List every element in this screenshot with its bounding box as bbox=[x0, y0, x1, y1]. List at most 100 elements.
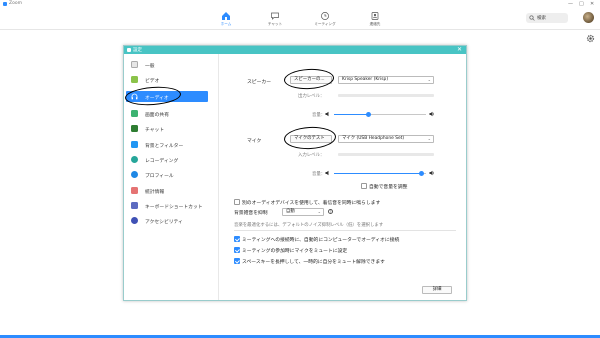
auto-join-audio-checkbox[interactable] bbox=[234, 236, 240, 242]
audio-settings-panel: スピーカー スピーカーの... Krisp Speaker (Krisp) ⌄ … bbox=[220, 54, 466, 300]
chat-icon bbox=[131, 125, 138, 132]
separate-device-checkbox[interactable] bbox=[234, 199, 240, 205]
minimize-button[interactable]: — bbox=[568, 1, 573, 7]
suppress-noise-label: 背景雑音を抑制 bbox=[234, 211, 268, 216]
info-icon[interactable]: ? bbox=[328, 209, 333, 214]
sidebar-item-label: プロフィール bbox=[145, 173, 174, 179]
auto-adjust-checkbox[interactable] bbox=[361, 183, 367, 189]
sidebar-item-chat[interactable]: チャット bbox=[126, 123, 208, 134]
meeting-clock-icon bbox=[321, 12, 329, 20]
mute-on-join-label: ミーティングの参加時にマイクをミュートに設定 bbox=[242, 249, 348, 254]
zoom-app-icon bbox=[3, 2, 7, 6]
recording-icon bbox=[131, 156, 138, 163]
sidebar-item-recording[interactable]: レコーディング bbox=[126, 154, 208, 165]
nav-chat[interactable]: チャット bbox=[260, 11, 290, 27]
sidebar-item-profile[interactable]: プロフィール bbox=[126, 169, 208, 180]
speaker-volume-slider[interactable] bbox=[334, 112, 426, 117]
suppress-noise-value: 自動 bbox=[286, 209, 295, 214]
suppress-noise-select[interactable]: 自動 ⌄ bbox=[282, 208, 324, 216]
window-titlebar: Zoom — □ ✕ bbox=[0, 0, 600, 8]
input-level-label: 入力レベル： bbox=[298, 153, 325, 158]
profile-icon bbox=[131, 171, 138, 178]
speaker-device-value: Krisp Speaker (Krisp) bbox=[342, 77, 389, 82]
speaker-low-icon bbox=[325, 111, 329, 117]
nav-meetings-label: ミーティング bbox=[314, 22, 336, 26]
separate-device-label: 別のオーディオデバイスを使用して、着信音を同時に鳴らします bbox=[242, 201, 381, 206]
mic-section-label: マイク bbox=[247, 139, 262, 144]
mic-volume-label: 音量： bbox=[312, 172, 326, 177]
background-icon bbox=[131, 141, 138, 148]
sidebar-item-accessibility[interactable]: アクセシビリティ bbox=[126, 215, 208, 226]
sidebar-item-label: 画面の共有 bbox=[145, 112, 169, 118]
user-avatar[interactable] bbox=[583, 12, 594, 23]
chevron-down-icon: ⌄ bbox=[427, 77, 431, 82]
sidebar-item-label: チャット bbox=[145, 127, 165, 133]
settings-dialog-header: 設定 ✕ bbox=[124, 46, 466, 54]
speaker-section-label: スピーカー bbox=[247, 80, 271, 85]
search-input[interactable]: 検索 bbox=[526, 13, 568, 23]
nav-contacts-label: 連絡先 bbox=[369, 22, 381, 26]
speaker-volume-label: 音量： bbox=[312, 113, 326, 118]
mic-volume-fill bbox=[334, 173, 422, 174]
sidebar-item-statistics[interactable]: 統計情報 bbox=[126, 185, 208, 196]
sidebar-item-label: ビデオ bbox=[145, 78, 160, 84]
settings-app-icon bbox=[127, 48, 131, 52]
keyboard-icon bbox=[131, 202, 138, 209]
nav-home[interactable]: ホーム bbox=[211, 11, 241, 27]
noise-hint-text: 音楽を最適化するには、デフォルトのノイズ抑制レベル（低）を選択します bbox=[234, 223, 384, 228]
mic-volume-slider[interactable] bbox=[334, 171, 426, 176]
sidebar-item-label: 背景とフィルター bbox=[145, 143, 184, 149]
home-icon bbox=[222, 12, 230, 20]
sidebar-item-label: 一般 bbox=[145, 63, 155, 69]
mic-volume-knob[interactable] bbox=[418, 171, 424, 176]
auto-join-audio-label: ミーティングへの接続時に、自動的にコンピューターでオーディオに接続 bbox=[242, 238, 400, 243]
sidebar-item-share-screen[interactable]: 画面の共有 bbox=[126, 108, 208, 119]
gear-icon[interactable] bbox=[586, 34, 595, 43]
maximize-button[interactable]: □ bbox=[579, 1, 584, 7]
input-level-meter bbox=[338, 153, 434, 156]
chat-icon bbox=[271, 12, 279, 20]
push-to-talk-label: スペースキーを長押しして、一時的に自分をミュート解除できます bbox=[242, 260, 385, 265]
top-navigation: ホーム チャット ミーティング 連絡先 bbox=[0, 8, 600, 30]
statistics-icon bbox=[131, 187, 138, 194]
output-level-meter bbox=[338, 94, 434, 97]
settings-title: 設定 bbox=[133, 48, 142, 53]
mic-volume-high-icon bbox=[429, 170, 435, 176]
nav-meetings[interactable]: ミーティング bbox=[310, 11, 340, 27]
speaker-volume-fill bbox=[334, 114, 369, 115]
sidebar-item-video[interactable]: ビデオ bbox=[126, 74, 208, 85]
sidebar-item-keyboard-shortcuts[interactable]: キーボードショートカット bbox=[126, 200, 208, 211]
search-label: 検索 bbox=[537, 16, 546, 21]
mic-device-select[interactable]: マイク (USB Headphone Set) ⌄ bbox=[338, 135, 434, 143]
chevron-down-icon: ⌄ bbox=[427, 136, 431, 141]
accessibility-icon bbox=[131, 217, 138, 224]
push-to-talk-checkbox[interactable] bbox=[234, 258, 240, 264]
close-window-button[interactable]: ✕ bbox=[590, 1, 594, 7]
sidebar-item-label: キーボードショートカット bbox=[145, 204, 203, 210]
mic-device-value: マイク (USB Headphone Set) bbox=[342, 136, 405, 141]
mute-on-join-checkbox[interactable] bbox=[234, 247, 240, 253]
video-icon bbox=[131, 76, 138, 83]
auto-adjust-label: 自動で音量を調整 bbox=[369, 185, 408, 190]
general-icon bbox=[131, 61, 138, 68]
sidebar-item-label: アクセシビリティ bbox=[145, 219, 183, 225]
advanced-button[interactable]: 詳細 bbox=[422, 286, 452, 294]
sidebar-item-label: レコーディング bbox=[145, 158, 179, 164]
contacts-icon bbox=[371, 12, 379, 20]
window-title: Zoom bbox=[9, 1, 22, 6]
speaker-volume-knob[interactable] bbox=[366, 112, 372, 117]
close-icon[interactable]: ✕ bbox=[457, 46, 462, 54]
section-divider bbox=[234, 230, 456, 231]
nav-chat-label: チャット bbox=[267, 22, 283, 26]
sidebar-item-background[interactable]: 背景とフィルター bbox=[126, 139, 208, 150]
nav-contacts[interactable]: 連絡先 bbox=[360, 11, 390, 27]
search-icon bbox=[529, 15, 535, 21]
mic-volume-low-icon bbox=[325, 170, 329, 176]
sidebar-item-general[interactable]: 一般 bbox=[126, 59, 208, 70]
chevron-down-icon: ⌄ bbox=[317, 209, 321, 214]
share-screen-icon bbox=[131, 110, 138, 117]
nav-home-label: ホーム bbox=[220, 22, 232, 26]
output-level-label: 出力レベル： bbox=[298, 94, 325, 99]
sidebar-item-label: 統計情報 bbox=[145, 189, 165, 195]
speaker-device-select[interactable]: Krisp Speaker (Krisp) ⌄ bbox=[338, 76, 434, 84]
